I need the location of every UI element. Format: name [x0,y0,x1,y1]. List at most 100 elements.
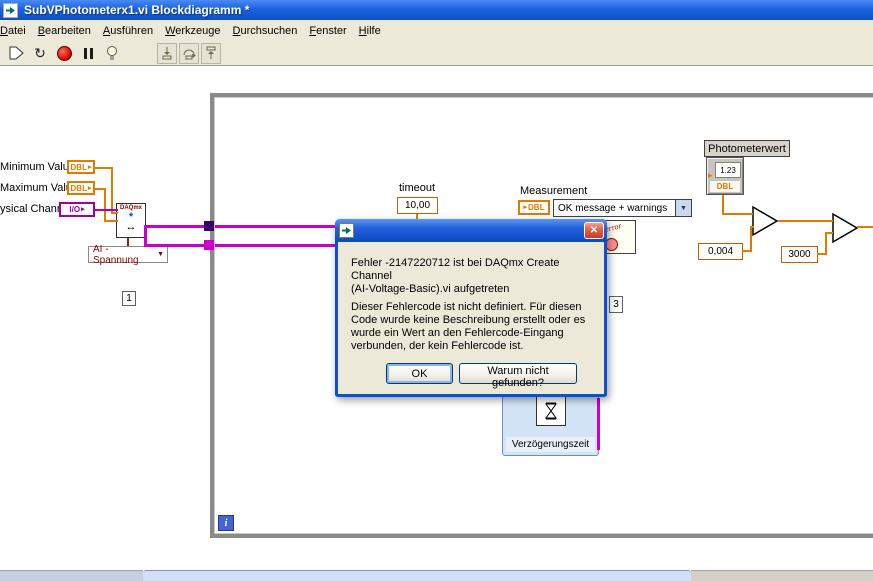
wire [104,220,118,222]
arrow-right-icon: ▸ [523,204,528,211]
step-into-icon [162,47,172,60]
abort-button[interactable] [53,43,75,64]
labview-app-icon [3,2,18,18]
wire [750,226,754,228]
report-mode-ring[interactable]: OK message + warnings ▼ [553,199,692,217]
toolbar: ↻ [0,41,873,66]
wire [111,212,118,214]
toolbar-separator [125,41,155,65]
io-type-text: I/O [69,205,81,214]
measurement-terminal[interactable]: ▸ DBL [518,200,550,215]
photometer-indicator-terminal[interactable]: ▸ 1.23 DBL [706,157,744,195]
photometer-label: Photometerwert [704,140,790,157]
dbl-type-text: DBL [70,183,87,193]
wire [722,213,753,215]
menu-datei[interactable]: Datei [0,21,32,41]
menu-werkzeuge[interactable]: Werkzeuge [159,21,226,41]
photometer-display: 1.23 [715,162,741,178]
step-over-button[interactable] [179,42,199,64]
daqmx-channel-icon: ↔ [125,221,137,233]
timeout-label: timeout [399,182,436,194]
menu-bearbeiten[interactable]: Bearbeiten [32,21,97,41]
menu-durchsuchen[interactable]: Durchsuchen [227,21,304,41]
maximum-value-terminal[interactable]: DBL ▸ [67,181,95,195]
dialog-titlebar[interactable]: ✕ [335,219,607,242]
wire [750,226,752,252]
window-title: SubVPhotometerx1.vi Blockdiagramm * [24,3,250,17]
loop-tunnel[interactable] [204,240,214,250]
wire [215,225,337,228]
minimum-value-label: Minimum Value [0,161,75,173]
wire [825,232,833,234]
timeout-constant[interactable]: 10,00 [397,197,438,214]
time-delay-node[interactable]: Verzögerungszeit [502,392,599,456]
wire [111,167,113,214]
minimum-value-terminal[interactable]: DBL ▸ [67,160,95,174]
labview-window: SubVPhotometerx1.vi Blockdiagramm * Date… [0,0,873,581]
loop-tunnel[interactable] [204,221,214,231]
why-not-found-button[interactable]: Warum nicht gefunden? [459,363,577,389]
wire [825,232,827,255]
constant-three[interactable]: 3 [609,296,623,313]
maximum-value-label: Maximum Value [0,182,79,194]
taskbar-strip [691,570,873,581]
physical-channel-label: ysical Channel [0,203,72,215]
measurement-label: Measurement [520,185,588,197]
abort-icon [56,45,72,61]
wire [95,209,118,211]
constant-one[interactable]: 1 [122,291,136,306]
run-button[interactable] [5,43,27,64]
labview-dialog-icon [339,223,354,238]
daqmx-create-channel-node[interactable]: DAQmx * ↔ [116,203,146,238]
menu-ausfuehren[interactable]: Ausführen [97,21,159,41]
report-mode-value: OK message + warnings [558,202,668,214]
wire [215,244,337,247]
lightbulb-icon [107,46,117,60]
arrow-right-icon: ▸ [708,170,713,180]
chevron-down-icon: ▼ [675,200,691,216]
threshold-constant[interactable]: 0,004 [698,243,743,260]
wire [857,226,873,228]
window-titlebar[interactable]: SubVPhotometerx1.vi Blockdiagramm * [0,0,873,20]
ai-mode-ring[interactable]: AI - Spannung ▼ [88,244,168,266]
hourglass-icon [536,396,566,426]
taskbar-strip [0,570,143,581]
wire [127,238,129,246]
pause-icon [83,47,93,59]
loop-iteration-terminal[interactable]: i [218,515,234,531]
wire [722,195,724,215]
wire [144,244,210,247]
dbl-type-text: DBL [710,181,740,192]
wire [104,188,106,222]
chevron-down-icon: ▼ [157,251,164,258]
ok-button[interactable]: OK [386,363,453,384]
pause-button[interactable] [77,43,99,64]
physical-channel-terminal[interactable]: I/O ▸ [59,202,95,217]
highlight-execution-button[interactable] [101,43,123,64]
comparison-node[interactable] [751,205,779,237]
arrow-right-icon: ▸ [81,206,85,213]
step-out-button[interactable] [201,42,221,64]
dbl-type-text: DBL [70,162,87,172]
comparison-node[interactable] [831,212,859,244]
dialog-description-text: Dieser Fehlercode ist nicht definiert. F… [351,301,586,352]
dialog-body: Fehler -2147220712 ist bei DAQmx Create … [338,242,604,394]
dialog-error-text: Fehler -2147220712 ist bei DAQmx Create … [351,257,560,295]
arrow-right-icon: ▸ [87,184,92,192]
wire [778,220,833,222]
close-icon[interactable]: ✕ [584,222,604,239]
step-into-button[interactable] [157,42,177,64]
wait-constant[interactable]: 3000 [781,246,818,263]
menu-hilfe[interactable]: Hilfe [353,21,387,41]
step-out-icon [206,46,216,59]
menu-bar: Datei Bearbeiten Ausführen Werkzeuge Dur… [0,20,873,42]
delay-label: Verzögerungszeit [506,437,595,452]
taskbar-button-edge[interactable] [143,570,691,581]
arrow-right-icon: ▸ [87,163,92,171]
menu-fenster[interactable]: Fenster [303,21,352,41]
run-continuous-icon: ↻ [34,44,46,61]
dbl-type-text: DBL [528,203,545,212]
error-dialog: ✕ Fehler -2147220712 ist bei DAQmx Creat… [335,219,607,397]
wire [597,398,600,450]
run-continuous-button[interactable]: ↻ [29,43,51,64]
